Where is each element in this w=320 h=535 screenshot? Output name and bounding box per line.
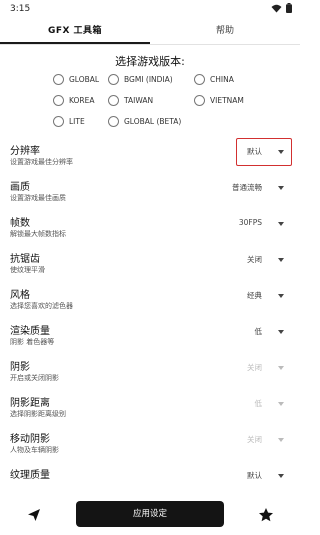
setting-title: 风格 <box>10 290 30 301</box>
radio-label: KOREA <box>69 95 95 105</box>
chevron-down-icon[interactable] <box>278 186 284 190</box>
setting-title: 阴影距离 <box>10 398 50 409</box>
chevron-down-icon[interactable] <box>278 366 284 370</box>
setting-row-moving-shadow: 移动阴影 人物及车辆阴影 关闭 <box>10 430 292 470</box>
setting-row-antialiasing: 抗锯齿 使纹理平滑 关闭 <box>10 250 292 290</box>
shadow-dropdown-value[interactable]: 关闭 <box>247 362 262 373</box>
tab-divider <box>0 44 300 45</box>
chevron-down-icon[interactable] <box>278 438 284 442</box>
texture-quality-dropdown-value[interactable]: 默认 <box>247 470 262 481</box>
setting-title: 画质 <box>10 182 30 193</box>
chevron-down-icon[interactable] <box>278 258 284 262</box>
star-icon[interactable] <box>258 507 274 523</box>
setting-row-resolution: 分辨率 设置游戏最佳分辨率 默认 <box>10 138 292 182</box>
setting-title: 纹理质量 <box>10 470 50 481</box>
setting-desc: 使纹理平滑 <box>10 266 45 274</box>
radio-bgmi-india[interactable]: BGMI (INDIA) <box>108 72 173 86</box>
style-dropdown-value[interactable]: 经典 <box>247 290 262 301</box>
setting-desc: 设置游戏最佳画质 <box>10 194 66 202</box>
resolution-dropdown-value[interactable]: 默认 <box>247 146 262 157</box>
radio-label: VIETNAM <box>210 95 244 105</box>
radio-lite[interactable]: LITE <box>53 114 85 128</box>
setting-row-shadow: 阴影 开启或关闭阴影 关闭 <box>10 358 292 398</box>
radio-circle[interactable] <box>108 73 119 85</box>
radio-label: GLOBAL <box>69 74 100 84</box>
radio-circle[interactable] <box>108 94 119 106</box>
radio-global-beta[interactable]: GLOBAL (BETA) <box>108 114 181 128</box>
chevron-down-icon[interactable] <box>278 222 284 226</box>
setting-title: 抗锯齿 <box>10 254 40 265</box>
setting-title: 阴影 <box>10 362 30 373</box>
status-time: 3:15 <box>10 4 31 14</box>
setting-row-style: 风格 选择您喜欢的滤色器 经典 <box>10 286 292 326</box>
radio-circle[interactable] <box>53 115 64 127</box>
radio-label: TAIWAN <box>124 95 154 105</box>
chevron-down-icon[interactable] <box>278 474 284 478</box>
version-title: 选择游戏版本: <box>115 55 185 68</box>
chevron-down-icon[interactable] <box>278 150 284 154</box>
setting-desc: 选择您喜欢的滤色器 <box>10 302 73 310</box>
graphics-dropdown-value[interactable]: 普通流畅 <box>232 182 262 193</box>
moving-shadow-dropdown-value[interactable]: 关闭 <box>247 434 262 445</box>
setting-desc: 开启或关闭阴影 <box>10 374 59 382</box>
radio-circle[interactable] <box>194 73 205 85</box>
radio-circle[interactable] <box>194 94 205 106</box>
setting-title: 帧数 <box>10 218 30 229</box>
chevron-down-icon[interactable] <box>278 402 284 406</box>
radio-korea[interactable]: KOREA <box>53 93 95 107</box>
radio-vietnam[interactable]: VIETNAM <box>194 93 244 107</box>
tab-bar: GFX 工具箱 帮助 <box>0 20 300 44</box>
setting-row-render-quality: 渲染质量 阴影 着色器等 低 <box>10 322 292 362</box>
radio-label: CHINA <box>210 74 234 84</box>
chevron-down-icon[interactable] <box>278 330 284 334</box>
setting-row-graphics: 画质 设置游戏最佳画质 普通流畅 <box>10 178 292 218</box>
antialiasing-dropdown-value[interactable]: 关闭 <box>247 254 262 265</box>
battery-icon <box>286 3 292 13</box>
setting-desc: 设置游戏最佳分辨率 <box>10 158 73 166</box>
setting-title: 分辨率 <box>10 146 40 157</box>
radio-taiwan[interactable]: TAIWAN <box>108 93 153 107</box>
radio-label: GLOBAL (BETA) <box>124 116 182 126</box>
radio-label: LITE <box>69 116 85 126</box>
send-icon[interactable] <box>27 508 41 522</box>
setting-row-fps: 帧数 解锁最大帧数指标 30FPS <box>10 214 292 254</box>
wifi-icon <box>271 4 282 12</box>
setting-desc: 选择阴影距离级别 <box>10 410 66 418</box>
radio-global[interactable]: GLOBAL <box>53 72 99 86</box>
setting-title: 移动阴影 <box>10 434 50 445</box>
setting-desc: 解锁最大帧数指标 <box>10 230 66 238</box>
tab-gfx-tool[interactable]: GFX 工具箱 <box>0 20 150 44</box>
radio-china[interactable]: CHINA <box>194 72 234 86</box>
tab-help[interactable]: 帮助 <box>150 20 300 44</box>
radio-circle[interactable] <box>53 94 64 106</box>
bottom-action-bar: 应用设定 <box>0 495 300 535</box>
status-bar: 3:15 <box>0 0 300 18</box>
setting-desc: 阴影 着色器等 <box>10 338 55 346</box>
setting-row-shadow-distance: 阴影距离 选择阴影距离级别 低 <box>10 394 292 434</box>
setting-title: 渲染质量 <box>10 326 50 337</box>
chevron-down-icon[interactable] <box>278 294 284 298</box>
radio-label: BGMI (INDIA) <box>124 74 173 84</box>
status-icons <box>271 3 292 13</box>
radio-circle[interactable] <box>53 73 64 85</box>
setting-desc: 人物及车辆阴影 <box>10 446 59 454</box>
render-quality-dropdown-value[interactable]: 低 <box>255 326 263 337</box>
fps-dropdown-value[interactable]: 30FPS <box>239 218 262 227</box>
radio-circle[interactable] <box>108 115 119 127</box>
apply-settings-button[interactable]: 应用设定 <box>76 501 224 527</box>
shadow-distance-dropdown-value[interactable]: 低 <box>255 398 263 409</box>
